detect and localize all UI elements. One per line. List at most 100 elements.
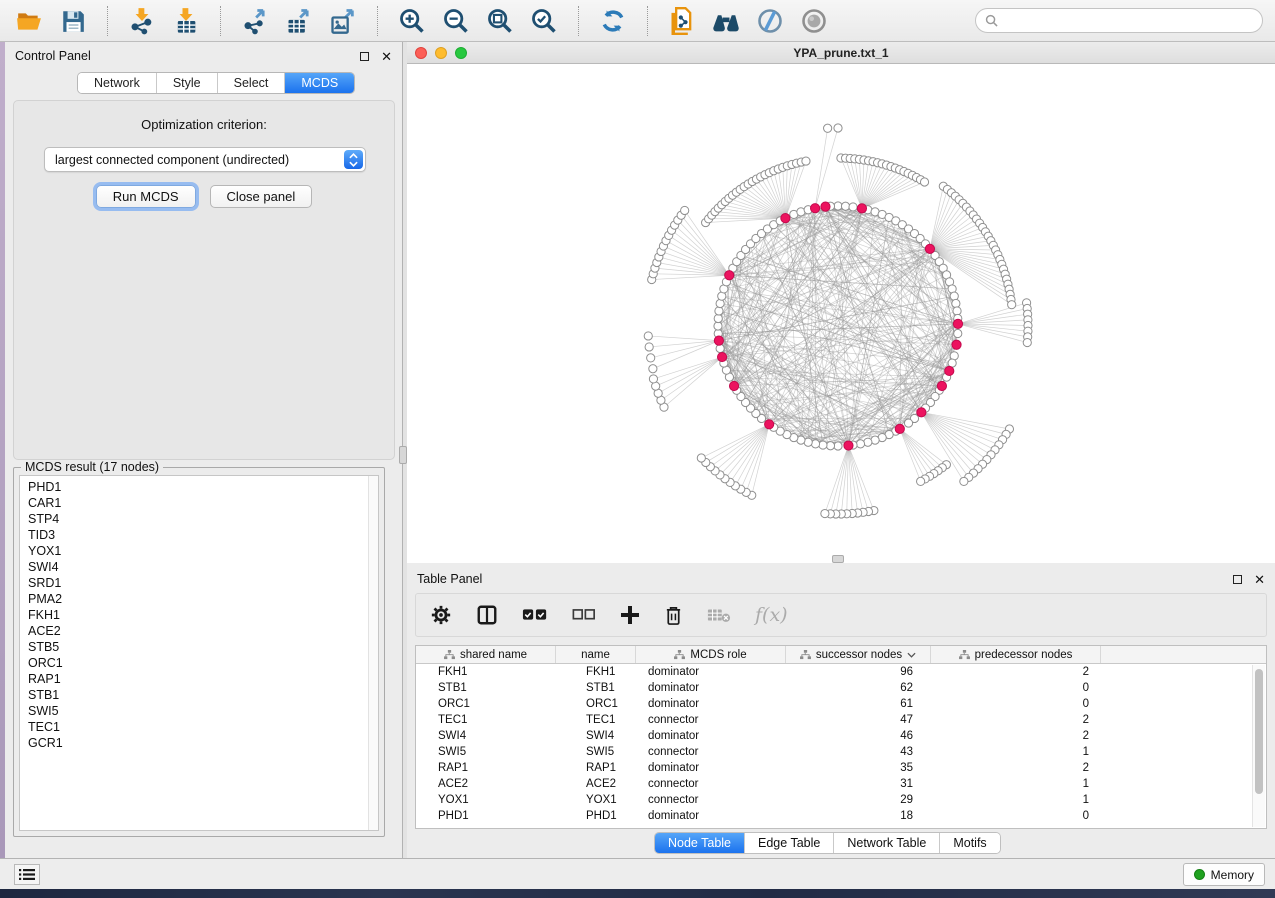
show-graphics-details-icon[interactable] bbox=[797, 5, 831, 37]
table-row[interactable]: ACE2ACE2connector311 bbox=[416, 776, 1266, 792]
table-cell[interactable]: FKH1 bbox=[556, 664, 636, 680]
memory-button[interactable]: Memory bbox=[1183, 863, 1265, 886]
graph-node[interactable] bbox=[953, 307, 961, 315]
graph-node[interactable] bbox=[960, 477, 968, 485]
graph-dominator-node[interactable] bbox=[844, 441, 853, 450]
table-cell[interactable]: 18 bbox=[786, 808, 931, 824]
mcds-result-item[interactable]: CAR1 bbox=[20, 495, 378, 511]
table-row[interactable]: STB1STB1dominator620 bbox=[416, 680, 1266, 696]
tab-select[interactable]: Select bbox=[218, 73, 286, 93]
search-windows-icon[interactable] bbox=[709, 5, 743, 37]
table-cell[interactable]: SWI4 bbox=[556, 728, 636, 744]
column-header-MCDS-role[interactable]: MCDS role bbox=[636, 646, 786, 663]
table-cell[interactable]: 0 bbox=[931, 808, 1101, 824]
table-cell[interactable]: SWI4 bbox=[416, 728, 556, 744]
column-header-name[interactable]: name bbox=[556, 646, 636, 663]
graph-node[interactable] bbox=[841, 202, 849, 210]
float-table-panel-icon[interactable] bbox=[1233, 575, 1242, 584]
table-cell[interactable]: 0 bbox=[931, 696, 1101, 712]
create-column-icon[interactable] bbox=[620, 605, 640, 625]
save-session-icon[interactable] bbox=[56, 5, 90, 37]
table-scrollbar-thumb[interactable] bbox=[1255, 669, 1263, 794]
zoom-selected-icon[interactable] bbox=[527, 5, 561, 37]
graph-node[interactable] bbox=[649, 365, 657, 373]
graph-node[interactable] bbox=[644, 332, 652, 340]
graph-node[interactable] bbox=[697, 454, 705, 462]
graph-node[interactable] bbox=[1008, 301, 1016, 309]
table-cell[interactable]: 2 bbox=[931, 712, 1101, 728]
table-cell[interactable]: connector bbox=[636, 712, 786, 728]
table-cell[interactable]: 2 bbox=[931, 664, 1101, 680]
table-row[interactable]: RAP1RAP1dominator352 bbox=[416, 760, 1266, 776]
table-row[interactable]: SWI5SWI5connector431 bbox=[416, 744, 1266, 760]
table-cell[interactable]: 1 bbox=[931, 744, 1101, 760]
table-cell[interactable]: PHD1 bbox=[556, 808, 636, 824]
mcds-result-item[interactable]: ORC1 bbox=[20, 655, 378, 671]
graph-node[interactable] bbox=[716, 344, 724, 352]
table-cell[interactable]: connector bbox=[636, 776, 786, 792]
table-row[interactable]: YOX1YOX1connector291 bbox=[416, 792, 1266, 808]
table-cell[interactable]: SWI5 bbox=[556, 744, 636, 760]
graph-node[interactable] bbox=[649, 375, 657, 383]
vertical-splitter-handle[interactable] bbox=[399, 446, 407, 464]
table-cell[interactable]: 31 bbox=[786, 776, 931, 792]
table-cell[interactable]: connector bbox=[636, 792, 786, 808]
table-cell[interactable]: 35 bbox=[786, 760, 931, 776]
graph-node[interactable] bbox=[714, 314, 722, 322]
graph-dominator-node[interactable] bbox=[725, 271, 734, 280]
graph-node[interactable] bbox=[856, 440, 864, 448]
table-row[interactable]: ORC1ORC1dominator610 bbox=[416, 696, 1266, 712]
column-header-predecessor-nodes[interactable]: predecessor nodes bbox=[931, 646, 1101, 663]
tab-node-table[interactable]: Node Table bbox=[655, 833, 745, 853]
table-cell[interactable]: 1 bbox=[931, 792, 1101, 808]
graph-node[interactable] bbox=[645, 343, 653, 351]
graph-node[interactable] bbox=[1023, 338, 1031, 346]
graph-node[interactable] bbox=[950, 292, 958, 300]
table-cell[interactable]: 62 bbox=[786, 680, 931, 696]
delete-column-icon[interactable] bbox=[664, 605, 683, 626]
network-graph[interactable] bbox=[407, 64, 1275, 563]
close-table-panel-icon[interactable]: ✕ bbox=[1254, 573, 1265, 586]
graph-dominator-node[interactable] bbox=[895, 424, 904, 433]
graph-node[interactable] bbox=[714, 322, 722, 330]
mcds-result-item[interactable]: STB1 bbox=[20, 687, 378, 703]
window-minimize-icon[interactable] bbox=[435, 47, 447, 59]
graph-dominator-node[interactable] bbox=[953, 319, 962, 328]
mcds-result-item[interactable]: SRD1 bbox=[20, 575, 378, 591]
mcds-result-list[interactable]: PHD1CAR1STP4TID3YOX1SWI4SRD1PMA2FKH1ACE2… bbox=[19, 475, 379, 831]
table-cell[interactable]: STB1 bbox=[556, 680, 636, 696]
table-cell[interactable]: 61 bbox=[786, 696, 931, 712]
table-cell[interactable]: RAP1 bbox=[556, 760, 636, 776]
table-row[interactable]: TEC1TEC1connector472 bbox=[416, 712, 1266, 728]
mcds-result-item[interactable]: YOX1 bbox=[20, 543, 378, 559]
mcds-result-item[interactable]: PMA2 bbox=[20, 591, 378, 607]
mcds-result-item[interactable]: PHD1 bbox=[20, 479, 378, 495]
export-image-icon[interactable] bbox=[326, 5, 360, 37]
graph-dominator-node[interactable] bbox=[857, 204, 866, 213]
tab-edge-table[interactable]: Edge Table bbox=[745, 833, 834, 853]
refresh-layout-icon[interactable] bbox=[596, 5, 630, 37]
mcds-result-item[interactable]: STB5 bbox=[20, 639, 378, 655]
graph-node[interactable] bbox=[802, 157, 810, 165]
table-row[interactable]: PHD1PHD1dominator180 bbox=[416, 808, 1266, 824]
graph-dominator-node[interactable] bbox=[917, 408, 926, 417]
table-cell[interactable]: YOX1 bbox=[416, 792, 556, 808]
run-mcds-button[interactable]: Run MCDS bbox=[96, 185, 196, 208]
table-cell[interactable]: connector bbox=[636, 744, 786, 760]
graph-dominator-node[interactable] bbox=[781, 214, 790, 223]
close-panel-icon[interactable]: ✕ bbox=[381, 50, 392, 63]
import-network-icon[interactable] bbox=[125, 5, 159, 37]
tab-style[interactable]: Style bbox=[157, 73, 218, 93]
graph-node[interactable] bbox=[904, 419, 912, 427]
import-table-icon[interactable] bbox=[169, 5, 203, 37]
graph-node[interactable] bbox=[819, 441, 827, 449]
search-input[interactable] bbox=[1003, 14, 1253, 28]
graph-node[interactable] bbox=[834, 442, 842, 450]
table-cell[interactable]: STB1 bbox=[416, 680, 556, 696]
network-canvas[interactable] bbox=[407, 64, 1275, 563]
table-cell[interactable]: ACE2 bbox=[416, 776, 556, 792]
graph-node[interactable] bbox=[952, 299, 960, 307]
export-network-icon[interactable] bbox=[238, 5, 272, 37]
table-cell[interactable]: TEC1 bbox=[416, 712, 556, 728]
mcds-result-item[interactable]: STP4 bbox=[20, 511, 378, 527]
